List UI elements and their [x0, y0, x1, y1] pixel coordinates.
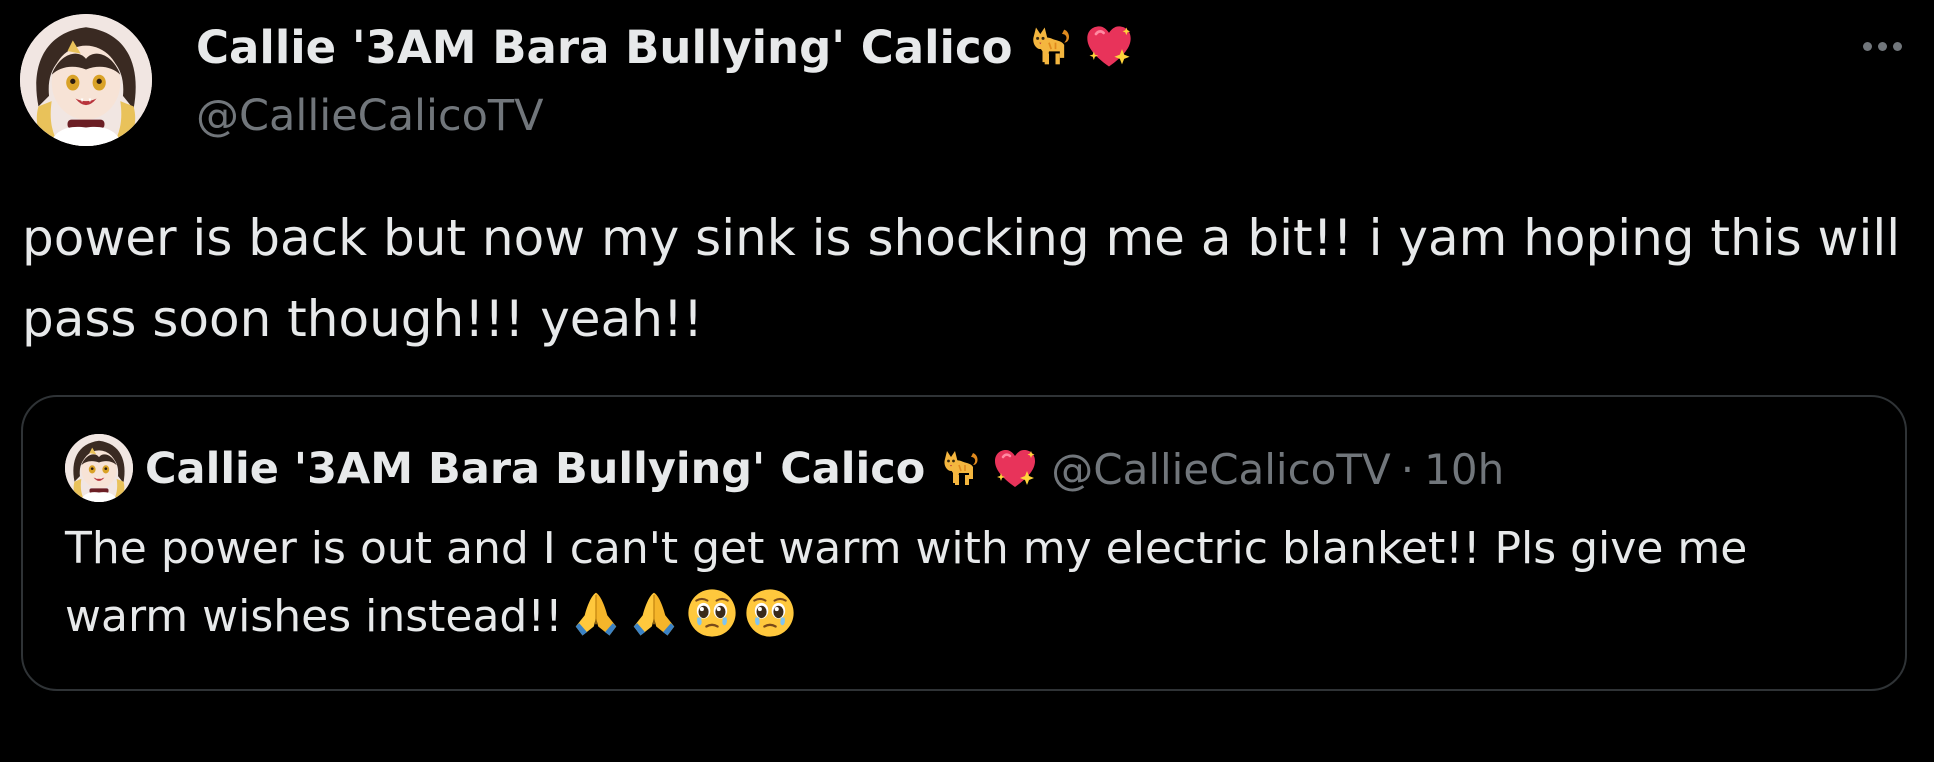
author-handle[interactable]: @CallieCalicoTV [196, 88, 544, 144]
author-avatar[interactable] [20, 14, 152, 146]
anime-catgirl-avatar-icon [65, 434, 133, 502]
ellipsis-icon [1892, 41, 1902, 51]
more-options-button[interactable] [1852, 26, 1912, 66]
quoted-author-handle[interactable]: @CallieCalicoTV [1051, 445, 1391, 494]
author-display-name-row[interactable]: Callie '3AM Bara Bullying' Calico [196, 18, 1135, 78]
quoted-tweet[interactable]: Callie '3AM Bara Bullying' Calico @Calli… [21, 395, 1907, 691]
ellipsis-icon [1877, 41, 1887, 51]
author-name-emojis [1023, 21, 1135, 73]
cat-emoji-icon [935, 445, 983, 493]
quoted-tweet-timestamp[interactable]: 10h [1424, 445, 1504, 494]
quoted-author-display-name[interactable]: Callie '3AM Bara Bullying' Calico [145, 444, 925, 494]
sparkling-heart-emoji-icon [1083, 21, 1135, 73]
tweet: Callie '3AM Bara Bullying' Calico @Calli… [0, 0, 1934, 762]
tweet-text: power is back but now my sink is shockin… [22, 209, 1901, 348]
folded-hands-emoji-icon [627, 586, 681, 640]
sparkling-heart-emoji-icon [991, 445, 1039, 493]
anime-catgirl-avatar-icon [20, 14, 152, 146]
author-display-name[interactable]: Callie '3AM Bara Bullying' Calico [196, 21, 1013, 74]
quoted-tweet-text-container: The power is out and I can't get warm wi… [65, 515, 1865, 651]
quoted-author-avatar[interactable] [65, 434, 133, 502]
folded-hands-emoji-icon [569, 586, 623, 640]
header-separator: · [1400, 444, 1415, 494]
ellipsis-icon [1862, 41, 1872, 51]
quoted-text-emojis [569, 586, 797, 640]
quoted-name-emojis [935, 445, 1039, 493]
pleading-face-emoji-icon [743, 586, 797, 640]
quoted-tweet-text: The power is out and I can't get warm wi… [65, 523, 1748, 642]
cat-emoji-icon [1023, 21, 1075, 73]
pleading-face-emoji-icon [685, 586, 739, 640]
quoted-tweet-header: Callie '3AM Bara Bullying' Calico @Calli… [145, 437, 1504, 501]
